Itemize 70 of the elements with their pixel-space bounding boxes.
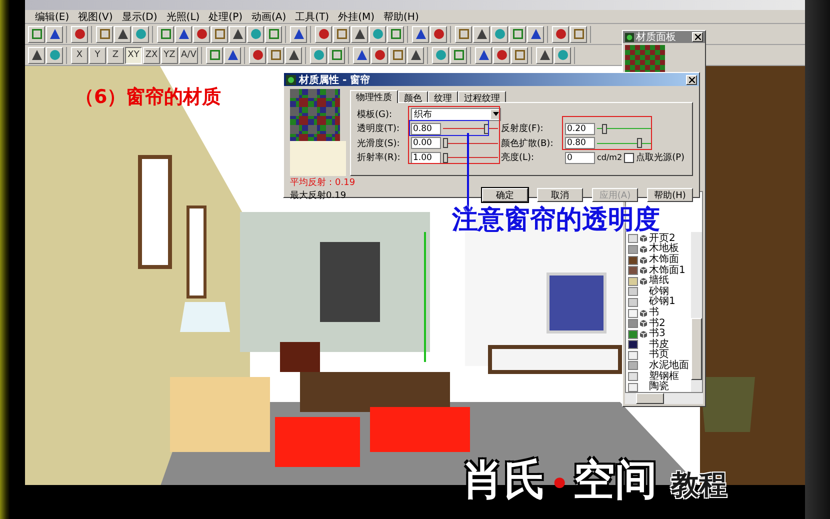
material-list-item[interactable]: 书2	[628, 318, 691, 329]
axis-button[interactable]: YZ	[161, 46, 178, 64]
material-name: 木饰面	[649, 255, 679, 266]
tab[interactable]: 物理性质	[350, 90, 398, 103]
material-list-item[interactable]: 书	[628, 308, 691, 318]
menu-item[interactable]: 外挂(M)	[338, 10, 375, 24]
menu-item[interactable]: 处理(P)	[208, 10, 243, 24]
dialog-button[interactable]: 取消	[537, 188, 583, 202]
material-name: 木地板	[649, 244, 679, 254]
material-list-item[interactable]: 木地板	[628, 244, 691, 255]
material-list-item[interactable]: 书3	[628, 328, 691, 340]
axis-button[interactable]: XY	[125, 46, 142, 64]
material-list-item[interactable]: 书页	[628, 350, 691, 361]
axis-button[interactable]: ZX	[143, 46, 160, 64]
field-label: 模板(G):	[357, 108, 394, 121]
average-reflection-text: 平均反射：0.19	[290, 176, 356, 189]
menu-item[interactable]: 显示(D)	[122, 10, 158, 24]
material-name: 书皮	[649, 340, 669, 350]
material-name: 墙纸	[649, 276, 669, 286]
material-name: 书3	[649, 329, 666, 340]
material-list-item[interactable]: 木饰面1	[628, 265, 691, 276]
menu-item[interactable]: 动画(A)	[252, 10, 286, 24]
field-label: 反射度(F):	[501, 122, 544, 136]
material-name: 塑钢框	[649, 372, 679, 382]
material-name: 木饰面1	[649, 266, 686, 276]
menu-item[interactable]: 编辑(E)	[35, 10, 70, 24]
material-name: 书	[649, 308, 659, 318]
checkbox-label: 点取光源(P)	[636, 152, 685, 164]
material-name: 开页2	[649, 234, 676, 244]
material-list-item[interactable]: 水泥地面	[628, 360, 691, 372]
template-dropdown[interactable]: 织布	[411, 108, 501, 121]
value-field[interactable]: 0.80	[411, 122, 441, 135]
tab[interactable]: 颜色	[398, 91, 428, 102]
menu-item[interactable]: 光照(L)	[166, 10, 200, 24]
menu-item[interactable]: 视图(V)	[78, 10, 113, 24]
material-list-item[interactable]: 木饰面	[628, 254, 691, 266]
dialog-button[interactable]: 确定	[482, 188, 528, 202]
unit-label: cd/m2	[597, 153, 622, 162]
value-field[interactable]: 0.80	[565, 137, 595, 150]
value-field[interactable]: 1.00	[411, 152, 441, 164]
field-label: 亮度(L):	[501, 152, 536, 164]
material-list-item[interactable]: 陶瓷	[628, 382, 691, 392]
value-field[interactable]: 0.20	[565, 122, 595, 135]
material-list-item[interactable]: 砂钢1	[628, 297, 691, 308]
dialog-title: 材质属性 - 窗帘	[299, 74, 372, 86]
panel-title: 材质面板	[636, 30, 677, 44]
annotation-title: （6）窗帘的材质	[75, 85, 222, 110]
axis-button[interactable]: Z	[107, 46, 124, 64]
material-name: 砂钢	[649, 286, 669, 297]
material-list-item[interactable]: 墙纸	[628, 276, 691, 287]
field-label: 光滑度(S):	[357, 138, 401, 150]
material-name: 书2	[649, 318, 666, 329]
material-name: 陶瓷	[649, 382, 669, 392]
value-field[interactable]: 0	[565, 152, 595, 164]
material-list-item[interactable]: 塑钢框	[628, 371, 691, 382]
dialog-button[interactable]: 帮助(H)	[647, 188, 693, 202]
menu-item[interactable]: 工具(T)	[295, 10, 330, 24]
axis-button[interactable]: A/V	[179, 46, 198, 64]
field-label: 折射率(R):	[357, 152, 402, 164]
axis-button[interactable]: Y	[89, 46, 106, 64]
material-name: 砂钢1	[649, 297, 676, 308]
material-name: 书页	[649, 350, 669, 360]
menu-item[interactable]: 帮助(H)	[384, 10, 419, 24]
axis-button[interactable]: X	[71, 46, 88, 64]
field-label: 颜色扩散(B):	[501, 138, 554, 150]
value-field[interactable]: 0.00	[411, 137, 441, 150]
field-label: 透明度(T):	[357, 122, 401, 136]
material-name: 水泥地面	[649, 360, 689, 371]
tab[interactable]: 纹理	[428, 91, 458, 102]
tab[interactable]: 过程纹理	[458, 91, 506, 102]
